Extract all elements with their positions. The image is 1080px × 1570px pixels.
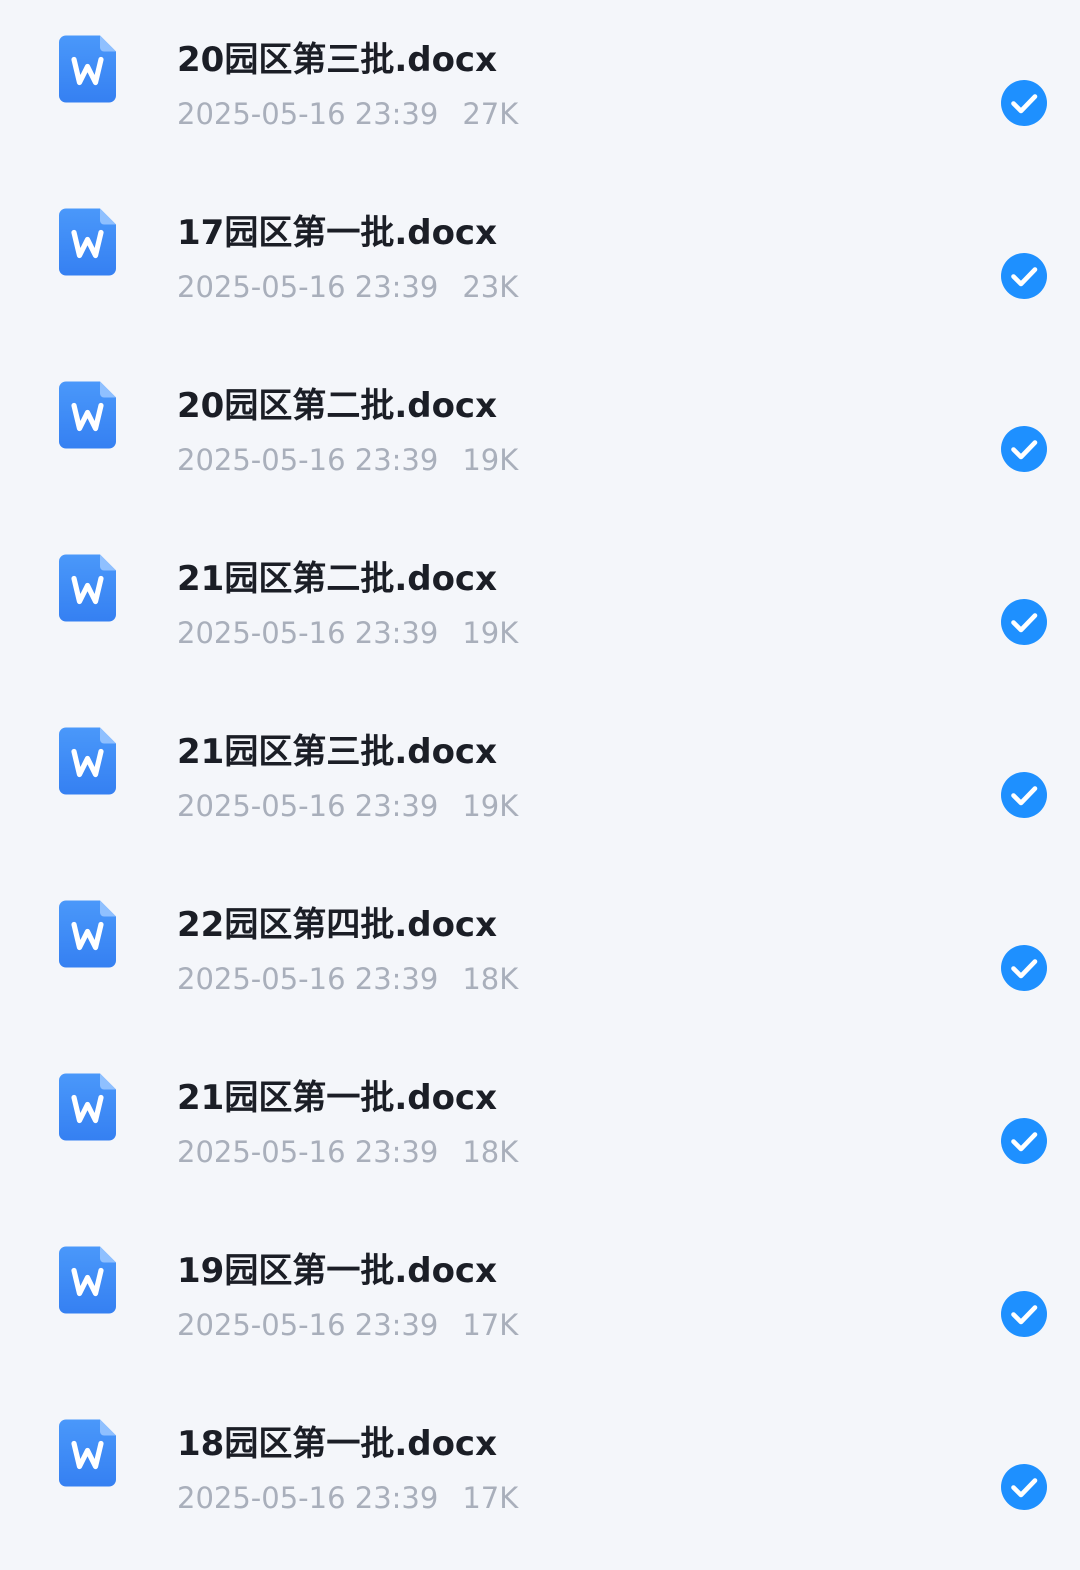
file-meta: 2025-05-16 23:39 19K — [177, 442, 518, 478]
file-name: 22园区第四批.docx — [177, 905, 498, 945]
file-row[interactable]: 20园区第二批.docx 2025-05-16 23:39 19K — [0, 346, 1080, 519]
file-row[interactable]: 20园区第三批.docx 2025-05-16 23:39 27K — [0, 0, 1080, 173]
file-size: 17K — [462, 1308, 519, 1342]
selected-check-icon[interactable] — [1001, 1464, 1047, 1510]
word-doc-icon — [59, 900, 116, 968]
file-row[interactable]: 18园区第一批.docx 2025-05-16 23:39 17K — [0, 1384, 1080, 1557]
word-doc-icon — [59, 381, 116, 449]
selected-check-icon[interactable] — [1001, 80, 1047, 126]
file-size: 19K — [462, 789, 519, 823]
file-meta: 2025-05-16 23:39 23K — [177, 269, 518, 305]
selected-check-icon[interactable] — [1001, 253, 1047, 299]
word-doc-icon — [59, 727, 116, 795]
file-row[interactable]: 22园区第四批.docx 2025-05-16 23:39 18K — [0, 865, 1080, 1038]
file-row[interactable]: 21园区第三批.docx 2025-05-16 23:39 19K — [0, 692, 1080, 865]
word-doc-icon — [59, 554, 116, 622]
selected-check-icon[interactable] — [1001, 772, 1047, 818]
word-doc-icon — [59, 1246, 116, 1314]
file-row[interactable]: 21园区第一批.docx 2025-05-16 23:39 18K — [0, 1038, 1080, 1211]
file-date: 2025-05-16 23:39 — [177, 270, 439, 304]
selected-check-icon[interactable] — [1001, 1118, 1047, 1164]
file-date: 2025-05-16 23:39 — [177, 962, 439, 996]
file-meta: 2025-05-16 23:39 27K — [177, 96, 518, 132]
file-name: 19园区第一批.docx — [177, 1251, 498, 1291]
file-date: 2025-05-16 23:39 — [177, 1481, 439, 1515]
file-size: 19K — [462, 443, 519, 477]
word-doc-icon — [59, 1073, 116, 1141]
file-row[interactable]: 17园区第一批.docx 2025-05-16 23:39 23K — [0, 173, 1080, 346]
file-date: 2025-05-16 23:39 — [177, 1308, 439, 1342]
file-meta: 2025-05-16 23:39 18K — [177, 1134, 518, 1170]
file-date: 2025-05-16 23:39 — [177, 97, 439, 131]
file-name: 21园区第二批.docx — [177, 559, 498, 599]
file-date: 2025-05-16 23:39 — [177, 789, 439, 823]
file-name: 20园区第三批.docx — [177, 40, 498, 80]
file-date: 2025-05-16 23:39 — [177, 1135, 439, 1169]
selected-check-icon[interactable] — [1001, 426, 1047, 472]
selected-check-icon[interactable] — [1001, 945, 1047, 991]
file-size: 18K — [462, 962, 519, 996]
file-size: 18K — [462, 1135, 519, 1169]
file-name: 21园区第一批.docx — [177, 1078, 498, 1118]
selected-check-icon[interactable] — [1001, 1291, 1047, 1337]
file-meta: 2025-05-16 23:39 17K — [177, 1480, 518, 1516]
file-name: 17园区第一批.docx — [177, 213, 498, 253]
file-size: 27K — [462, 97, 519, 131]
selected-check-icon[interactable] — [1001, 599, 1047, 645]
file-meta: 2025-05-16 23:39 18K — [177, 961, 518, 997]
file-meta: 2025-05-16 23:39 19K — [177, 615, 518, 651]
file-meta: 2025-05-16 23:39 19K — [177, 788, 518, 824]
file-date: 2025-05-16 23:39 — [177, 616, 439, 650]
file-size: 17K — [462, 1481, 519, 1515]
file-name: 18园区第一批.docx — [177, 1424, 498, 1464]
file-list: 20园区第三批.docx 2025-05-16 23:39 27K 17园区第一… — [0, 0, 1080, 1570]
file-meta: 2025-05-16 23:39 17K — [177, 1307, 518, 1343]
file-size: 19K — [462, 616, 519, 650]
file-row[interactable]: 21园区第二批.docx 2025-05-16 23:39 19K — [0, 519, 1080, 692]
word-doc-icon — [59, 1419, 116, 1487]
file-date: 2025-05-16 23:39 — [177, 443, 439, 477]
file-name: 20园区第二批.docx — [177, 386, 498, 426]
file-row[interactable]: 19园区第一批.docx 2025-05-16 23:39 17K — [0, 1211, 1080, 1384]
file-name: 21园区第三批.docx — [177, 732, 498, 772]
word-doc-icon — [59, 35, 116, 103]
file-size: 23K — [462, 270, 519, 304]
word-doc-icon — [59, 208, 116, 276]
